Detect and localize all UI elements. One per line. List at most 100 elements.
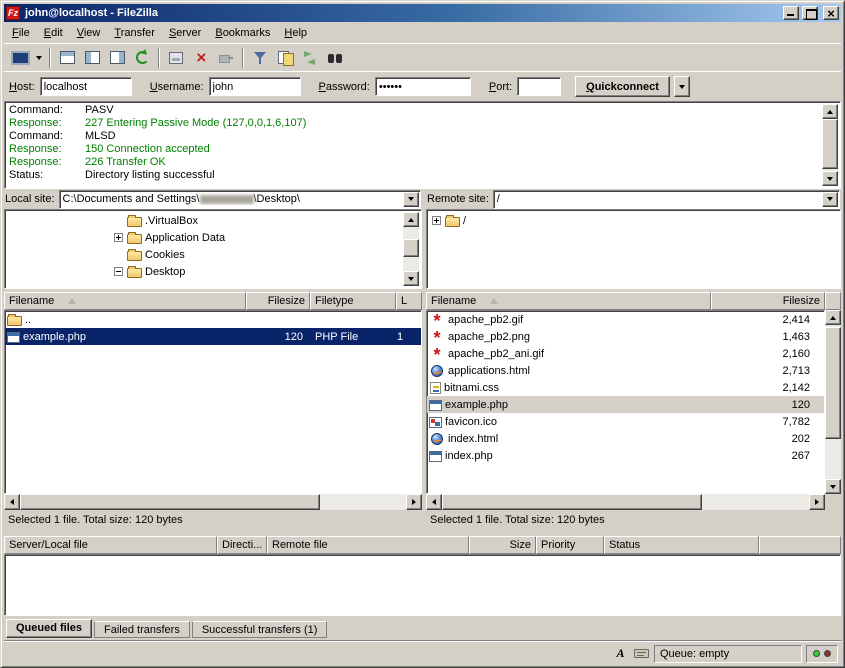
local-tree-scrollbar[interactable] xyxy=(403,212,419,286)
cancel-button[interactable] xyxy=(189,47,213,69)
scroll-right-button[interactable] xyxy=(809,494,825,510)
remote-horizontal-scrollbar[interactable] xyxy=(426,494,825,510)
scrollbar-thumb[interactable] xyxy=(403,239,419,257)
scroll-left-button[interactable] xyxy=(426,494,442,510)
remote-file-row[interactable]: applications.html2,713 xyxy=(427,362,824,379)
scrollbar-track[interactable] xyxy=(403,227,419,271)
scroll-left-button[interactable] xyxy=(4,494,20,510)
file-lastmodified: 1 xyxy=(397,331,421,343)
sync-browsing-button[interactable] xyxy=(298,47,322,69)
password-input[interactable] xyxy=(375,77,471,96)
scroll-down-button[interactable] xyxy=(825,479,841,494)
local-file-row-selected[interactable]: example.php 120 PHP File 1 xyxy=(5,328,421,345)
local-file-row[interactable]: .. xyxy=(5,311,421,328)
menu-server[interactable]: Server xyxy=(162,24,208,42)
tree-item[interactable]: / xyxy=(427,212,840,229)
queue-column-priority[interactable]: Priority xyxy=(536,536,604,554)
queue-column-status[interactable]: Status xyxy=(604,536,759,554)
port-input[interactable] xyxy=(517,77,561,96)
toggle-log-button[interactable] xyxy=(55,47,79,69)
scroll-right-button[interactable] xyxy=(406,494,422,510)
column-header-filetype[interactable]: Filetype xyxy=(310,292,396,310)
minimize-button[interactable] xyxy=(783,6,799,20)
scrollbar-track[interactable] xyxy=(825,325,841,479)
encryption-indicator-icon[interactable] xyxy=(633,646,650,662)
quickconnect-button[interactable]: Quickconnect xyxy=(575,76,670,97)
scroll-down-button[interactable] xyxy=(822,171,838,186)
toggle-remote-tree-button[interactable] xyxy=(105,47,129,69)
remote-file-row-selected[interactable]: example.php120 xyxy=(427,396,824,413)
remote-file-row[interactable]: index.php267 xyxy=(427,447,824,464)
tree-item[interactable]: Desktop xyxy=(5,263,421,280)
remote-file-row[interactable]: bitnami.css2,142 xyxy=(427,379,824,396)
menu-edit[interactable]: Edit xyxy=(37,24,70,42)
tab-failed-transfers[interactable]: Failed transfers xyxy=(94,621,190,638)
site-manager-dropdown[interactable] xyxy=(32,47,45,69)
combo-dropdown-button[interactable] xyxy=(403,192,419,207)
queue-column-remote-file[interactable]: Remote file xyxy=(267,536,469,554)
refresh-button[interactable] xyxy=(130,47,154,69)
remote-file-row[interactable]: favicon.ico7,782 xyxy=(427,413,824,430)
expand-icon[interactable] xyxy=(432,216,441,225)
maximize-button[interactable] xyxy=(802,6,818,20)
quickconnect-dropdown[interactable] xyxy=(674,76,690,97)
tree-item[interactable]: .VirtualBox xyxy=(5,212,421,229)
remote-vertical-scrollbar[interactable] xyxy=(825,310,841,494)
scroll-up-button[interactable] xyxy=(825,310,841,325)
username-input[interactable] xyxy=(209,77,301,96)
scroll-up-button[interactable] xyxy=(403,212,419,227)
host-input[interactable] xyxy=(40,77,132,96)
compare-button[interactable] xyxy=(273,47,297,69)
scrollbar-thumb[interactable] xyxy=(825,327,841,439)
scrollbar-thumb[interactable] xyxy=(442,494,702,510)
tab-successful-transfers[interactable]: Successful transfers (1) xyxy=(192,621,328,638)
toggle-local-tree-button[interactable] xyxy=(80,47,104,69)
column-header-lastmodified[interactable]: L xyxy=(396,292,422,310)
find-files-button[interactable] xyxy=(323,47,347,69)
column-header-filename[interactable]: Filename xyxy=(426,292,711,310)
remote-site-combobox[interactable]: / xyxy=(493,190,840,209)
transfer-queue-list[interactable] xyxy=(4,554,841,616)
tab-queued-files[interactable]: Queued files xyxy=(6,619,92,638)
menu-file[interactable]: File xyxy=(5,24,37,42)
queue-column-local-file[interactable]: Server/Local file xyxy=(4,536,217,554)
disconnect-button[interactable] xyxy=(214,47,238,69)
transfer-type-indicator-icon[interactable] xyxy=(612,646,629,662)
remote-file-row[interactable]: index.html202 xyxy=(427,430,824,447)
file-list-section: Filename Filesize Filetype L .. example.… xyxy=(4,292,841,530)
scrollbar-thumb[interactable] xyxy=(822,119,838,169)
scroll-down-button[interactable] xyxy=(403,271,419,286)
column-header-filename[interactable]: Filename xyxy=(4,292,246,310)
filezilla-logo-icon[interactable] xyxy=(6,6,20,20)
combo-dropdown-button[interactable] xyxy=(822,192,838,207)
local-site-combobox[interactable]: C:\Documents and Settings\\Desktop\ xyxy=(59,190,421,209)
expand-icon[interactable] xyxy=(114,233,123,242)
tree-item[interactable]: Application Data xyxy=(5,229,421,246)
image-file-icon xyxy=(429,347,445,360)
menu-view[interactable]: View xyxy=(70,24,108,42)
scrollbar-thumb[interactable] xyxy=(20,494,320,510)
site-manager-button[interactable] xyxy=(7,47,31,69)
menu-transfer[interactable]: Transfer xyxy=(107,24,162,42)
message-log: Command:PASV Response:227 Entering Passi… xyxy=(4,101,841,189)
queue-column-size[interactable]: Size xyxy=(469,536,536,554)
menu-bookmarks[interactable]: Bookmarks xyxy=(208,24,277,42)
log-scrollbar[interactable] xyxy=(822,104,838,186)
menu-help[interactable]: Help xyxy=(277,24,314,42)
column-header-filesize[interactable]: Filesize xyxy=(711,292,825,310)
toggle-queue-button[interactable] xyxy=(164,47,188,69)
scroll-up-button[interactable] xyxy=(822,104,838,119)
queue-column-direction[interactable]: Directi... xyxy=(217,536,267,554)
local-horizontal-scrollbar[interactable] xyxy=(4,494,422,510)
remote-file-row[interactable]: apache_pb2.gif2,414 xyxy=(427,311,824,328)
tree-item[interactable]: Cookies xyxy=(5,246,421,263)
collapse-icon[interactable] xyxy=(114,267,123,276)
scrollbar-track[interactable] xyxy=(822,119,838,171)
scrollbar-track[interactable] xyxy=(442,494,809,510)
scrollbar-track[interactable] xyxy=(20,494,406,510)
column-header-filesize[interactable]: Filesize xyxy=(246,292,310,310)
close-button[interactable] xyxy=(823,6,839,20)
filter-button[interactable] xyxy=(248,47,272,69)
remote-file-row[interactable]: apache_pb2_ani.gif2,160 xyxy=(427,345,824,362)
remote-file-row[interactable]: apache_pb2.png1,463 xyxy=(427,328,824,345)
